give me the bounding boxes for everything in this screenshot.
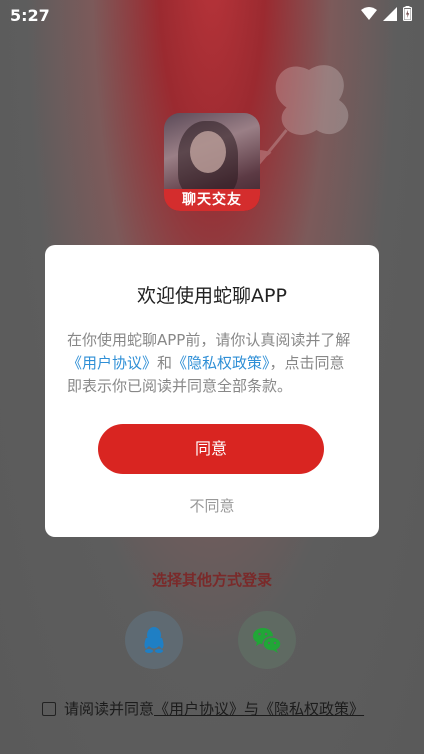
qq-icon	[144, 627, 164, 653]
agreement-text: 请阅读并同意	[64, 700, 155, 718]
dialog-title: 欢迎使用蛇聊APP	[137, 285, 287, 307]
battery-icon	[403, 6, 412, 21]
dialog-privacy-policy-link[interactable]: 《隐私权政策》	[172, 354, 270, 372]
dialog-body-text: 在你使用蛇聊APP前，请你认真阅读并了解	[67, 331, 351, 349]
logo-face	[190, 131, 226, 173]
privacy-policy-link[interactable]: 《隐私权政策》	[259, 698, 364, 719]
agreement-and: 与	[244, 700, 260, 718]
app-logo: 聊天交友	[164, 113, 260, 211]
dialog-body: 在你使用蛇聊APP前，请你认真阅读并了解《用户协议》和《隐私权政策》，点击同意即…	[67, 329, 359, 398]
agreement-checkbox[interactable]	[42, 701, 56, 716]
dialog-user-agreement-link[interactable]: 《用户协议》	[67, 354, 157, 372]
status-bar: 5:27	[0, 0, 424, 30]
wechat-login-button[interactable]	[238, 611, 296, 669]
status-time: 5:27	[10, 6, 50, 25]
user-agreement-link[interactable]: 《用户协议》	[154, 698, 244, 719]
disagree-button[interactable]: 不同意	[45, 495, 379, 516]
signal-icon	[383, 6, 397, 21]
wechat-icon	[253, 628, 282, 653]
qq-login-button[interactable]	[125, 611, 183, 669]
logo-label: 聊天交友	[164, 189, 260, 211]
agree-button[interactable]: 同意	[98, 424, 324, 474]
agreement-row: 请阅读并同意 《用户协议》 与 《隐私权政策》	[42, 698, 364, 719]
other-login-title: 选择其他方式登录	[151, 571, 272, 589]
wifi-icon	[361, 6, 377, 20]
dialog-and: 和	[157, 354, 173, 372]
welcome-dialog: 欢迎使用蛇聊APP 在你使用蛇聊APP前，请你认真阅读并了解《用户协议》和《隐私…	[45, 245, 379, 537]
